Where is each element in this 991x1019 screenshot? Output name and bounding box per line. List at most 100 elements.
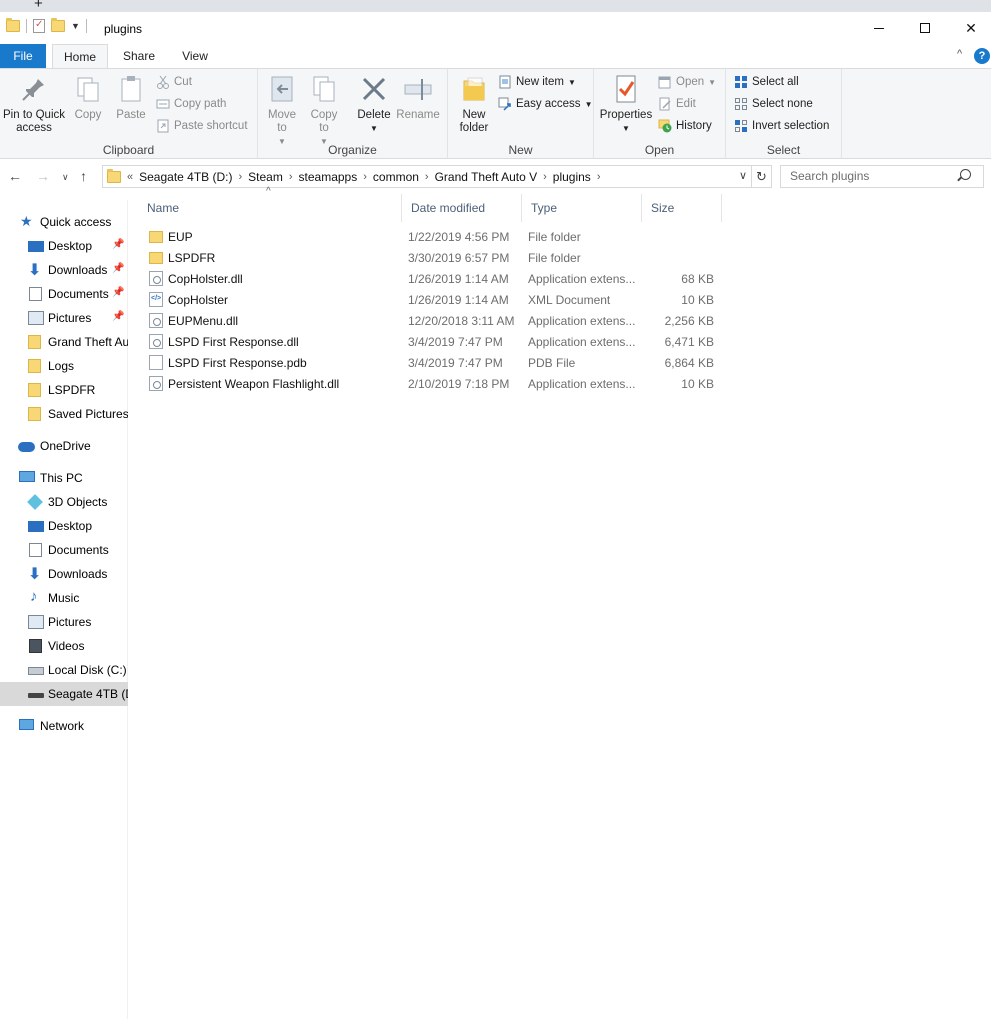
refresh-button[interactable]: ↻ bbox=[752, 165, 772, 188]
nav-quick-access[interactable]: ★ Quick access bbox=[0, 210, 128, 234]
copy-to-button[interactable]: Copy to ▼ bbox=[306, 73, 342, 148]
dll-icon bbox=[149, 334, 163, 349]
up-arrow-icon[interactable]: ↑ bbox=[80, 168, 87, 184]
new-folder-icon[interactable] bbox=[51, 18, 65, 32]
easy-access-button[interactable]: Easy access ▼ bbox=[498, 97, 592, 111]
address-bar[interactable]: « Seagate 4TB (D:) › Steam › steamapps ›… bbox=[102, 165, 752, 188]
nav-pc-pictures[interactable]: Pictures bbox=[0, 610, 128, 634]
navigation-pane: ★ Quick access Desktop 📌 ⬇ Downloads 📌 D… bbox=[0, 200, 128, 1019]
cut-button[interactable]: Cut bbox=[156, 75, 192, 89]
new-item-button[interactable]: New item ▼ bbox=[498, 75, 576, 89]
nav-pc-documents[interactable]: Documents bbox=[0, 538, 128, 562]
breadcrumb-item[interactable]: Grand Theft Auto V bbox=[435, 170, 538, 184]
chevron-right-icon[interactable]: › bbox=[289, 171, 293, 183]
file-date: 3/30/2019 6:57 PM bbox=[408, 251, 510, 265]
chevron-right-icon[interactable]: › bbox=[597, 171, 601, 183]
copy-to-label: Copy to bbox=[310, 109, 338, 134]
nav-saved-pictures[interactable]: Saved Pictures bbox=[0, 402, 128, 426]
history-button[interactable]: History bbox=[658, 119, 712, 133]
file-row[interactable]: EUPMenu.dll 12/20/2018 3:11 AM Applicati… bbox=[138, 310, 728, 331]
address-history-chevron-icon[interactable]: ∨ bbox=[739, 169, 747, 182]
file-row[interactable]: LSPDFR 3/30/2019 6:57 PM File folder bbox=[138, 247, 728, 268]
breadcrumb-item[interactable]: steamapps bbox=[299, 170, 358, 184]
chevron-right-icon[interactable]: › bbox=[239, 171, 243, 183]
forward-arrow-icon[interactable]: → bbox=[36, 168, 50, 184]
tab-file[interactable]: File bbox=[0, 44, 46, 68]
search-input[interactable]: Search plugins bbox=[780, 165, 984, 188]
nav-downloads[interactable]: ⬇ Downloads 📌 bbox=[0, 258, 128, 282]
nav-pc-desktop[interactable]: Desktop bbox=[0, 514, 128, 538]
collapse-ribbon-icon[interactable]: ^ bbox=[957, 48, 962, 60]
breadcrumb-item[interactable]: common bbox=[373, 170, 419, 184]
properties-icon[interactable] bbox=[33, 19, 45, 33]
nav-seagate-drive[interactable]: Seagate 4TB (D bbox=[0, 682, 128, 706]
invert-selection-button[interactable]: Invert selection bbox=[734, 119, 829, 133]
nav-label: Quick access bbox=[40, 215, 112, 229]
file-row[interactable]: CopHolster 1/26/2019 1:14 AM XML Documen… bbox=[138, 289, 728, 310]
file-row[interactable]: EUP 1/22/2019 4:56 PM File folder bbox=[138, 226, 728, 247]
file-name: LSPD First Response.pdb bbox=[168, 356, 307, 370]
nav-pc-downloads[interactable]: ⬇ Downloads bbox=[0, 562, 128, 586]
copy-icon bbox=[72, 73, 104, 105]
search-icon[interactable] bbox=[960, 169, 971, 180]
column-header-date[interactable]: Date modified bbox=[402, 194, 522, 222]
tab-share[interactable]: Share bbox=[114, 44, 164, 68]
nav-desktop[interactable]: Desktop 📌 bbox=[0, 234, 128, 258]
tab-view[interactable]: View bbox=[172, 44, 218, 68]
chevron-right-icon[interactable]: › bbox=[425, 171, 429, 183]
column-header-name[interactable]: Name bbox=[138, 194, 402, 222]
open-button[interactable]: Open ▼ bbox=[658, 75, 716, 89]
dll-icon bbox=[149, 313, 163, 328]
pin-to-quick-access-button[interactable]: Pin to Quick access bbox=[2, 73, 66, 135]
nav-videos[interactable]: Videos bbox=[0, 634, 128, 658]
properties-icon bbox=[610, 73, 642, 105]
select-all-button[interactable]: Select all bbox=[734, 75, 799, 89]
nav-gta-folder[interactable]: Grand Theft Au bbox=[0, 330, 128, 354]
chevron-right-icon[interactable]: › bbox=[363, 171, 367, 183]
rename-button[interactable]: Rename bbox=[396, 73, 440, 122]
breadcrumb-item[interactable]: Seagate 4TB (D:) bbox=[139, 170, 232, 184]
xml-icon bbox=[149, 292, 163, 307]
new-item-label: New item bbox=[516, 76, 564, 88]
nav-network[interactable]: Network bbox=[0, 714, 128, 738]
close-button[interactable]: ✕ bbox=[948, 12, 991, 44]
file-row[interactable]: LSPD First Response.dll 3/4/2019 7:47 PM… bbox=[138, 331, 728, 352]
nav-3d-objects[interactable]: 3D Objects bbox=[0, 490, 128, 514]
copy-button[interactable]: Copy bbox=[70, 73, 106, 122]
help-icon[interactable]: ? bbox=[974, 48, 990, 64]
column-header-type[interactable]: Type bbox=[522, 194, 642, 222]
nav-lspdfr[interactable]: LSPDFR bbox=[0, 378, 128, 402]
delete-button[interactable]: Delete ▼ bbox=[354, 73, 394, 135]
copy-path-button[interactable]: Copy path bbox=[156, 97, 226, 111]
folder-icon bbox=[6, 18, 20, 32]
properties-button[interactable]: Properties ▼ bbox=[598, 73, 654, 135]
maximize-button[interactable] bbox=[902, 12, 948, 44]
move-to-button[interactable]: Move to ▼ bbox=[264, 73, 300, 148]
new-folder-button[interactable]: New folder bbox=[454, 73, 494, 135]
paste-button[interactable]: Paste bbox=[112, 73, 150, 122]
column-header-size[interactable]: Size bbox=[642, 194, 722, 222]
minimize-button[interactable] bbox=[856, 12, 902, 44]
chevron-right-icon[interactable]: › bbox=[543, 171, 547, 183]
tab-home[interactable]: Home bbox=[52, 44, 108, 69]
back-arrow-icon[interactable]: ← bbox=[8, 168, 22, 184]
nav-local-disk[interactable]: Local Disk (C:) bbox=[0, 658, 128, 682]
file-row[interactable]: CopHolster.dll 1/26/2019 1:14 AM Applica… bbox=[138, 268, 728, 289]
new-tab-button[interactable]: + bbox=[34, 0, 43, 12]
breadcrumb-overflow[interactable]: « bbox=[127, 171, 133, 183]
nav-logs[interactable]: Logs bbox=[0, 354, 128, 378]
paste-shortcut-button[interactable]: Paste shortcut bbox=[156, 119, 248, 133]
nav-documents[interactable]: Documents 📌 bbox=[0, 282, 128, 306]
nav-music[interactable]: ♪ Music bbox=[0, 586, 128, 610]
nav-this-pc[interactable]: This PC bbox=[0, 466, 128, 490]
file-row[interactable]: LSPD First Response.pdb 3/4/2019 7:47 PM… bbox=[138, 352, 728, 373]
recent-locations-chevron-icon[interactable]: ∨ bbox=[62, 172, 69, 183]
nav-pictures[interactable]: Pictures 📌 bbox=[0, 306, 128, 330]
select-none-button[interactable]: Select none bbox=[734, 97, 813, 111]
breadcrumb-item[interactable]: plugins bbox=[553, 170, 591, 184]
edit-button[interactable]: Edit bbox=[658, 97, 696, 111]
breadcrumb-item[interactable]: Steam bbox=[248, 170, 283, 184]
file-row[interactable]: Persistent Weapon Flashlight.dll 2/10/20… bbox=[138, 373, 728, 394]
nav-onedrive[interactable]: OneDrive bbox=[0, 434, 128, 458]
customize-toolbar-chevron-icon[interactable]: ▼ bbox=[71, 21, 80, 31]
